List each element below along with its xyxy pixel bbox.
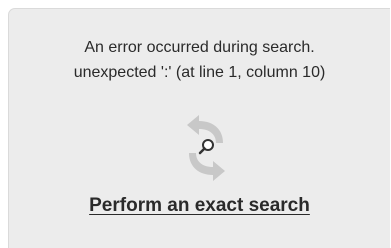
error-detail: unexpected ':' (at line 1, column 10) — [73, 64, 326, 81]
error-title: An error occurred during search. — [84, 39, 315, 56]
exact-search-link[interactable]: Perform an exact search — [9, 195, 390, 217]
search-error-panel: An error occurred during search. unexpec… — [8, 8, 390, 248]
error-message: An error occurred during search. unexpec… — [9, 35, 390, 85]
refresh-search-icon — [181, 107, 231, 185]
